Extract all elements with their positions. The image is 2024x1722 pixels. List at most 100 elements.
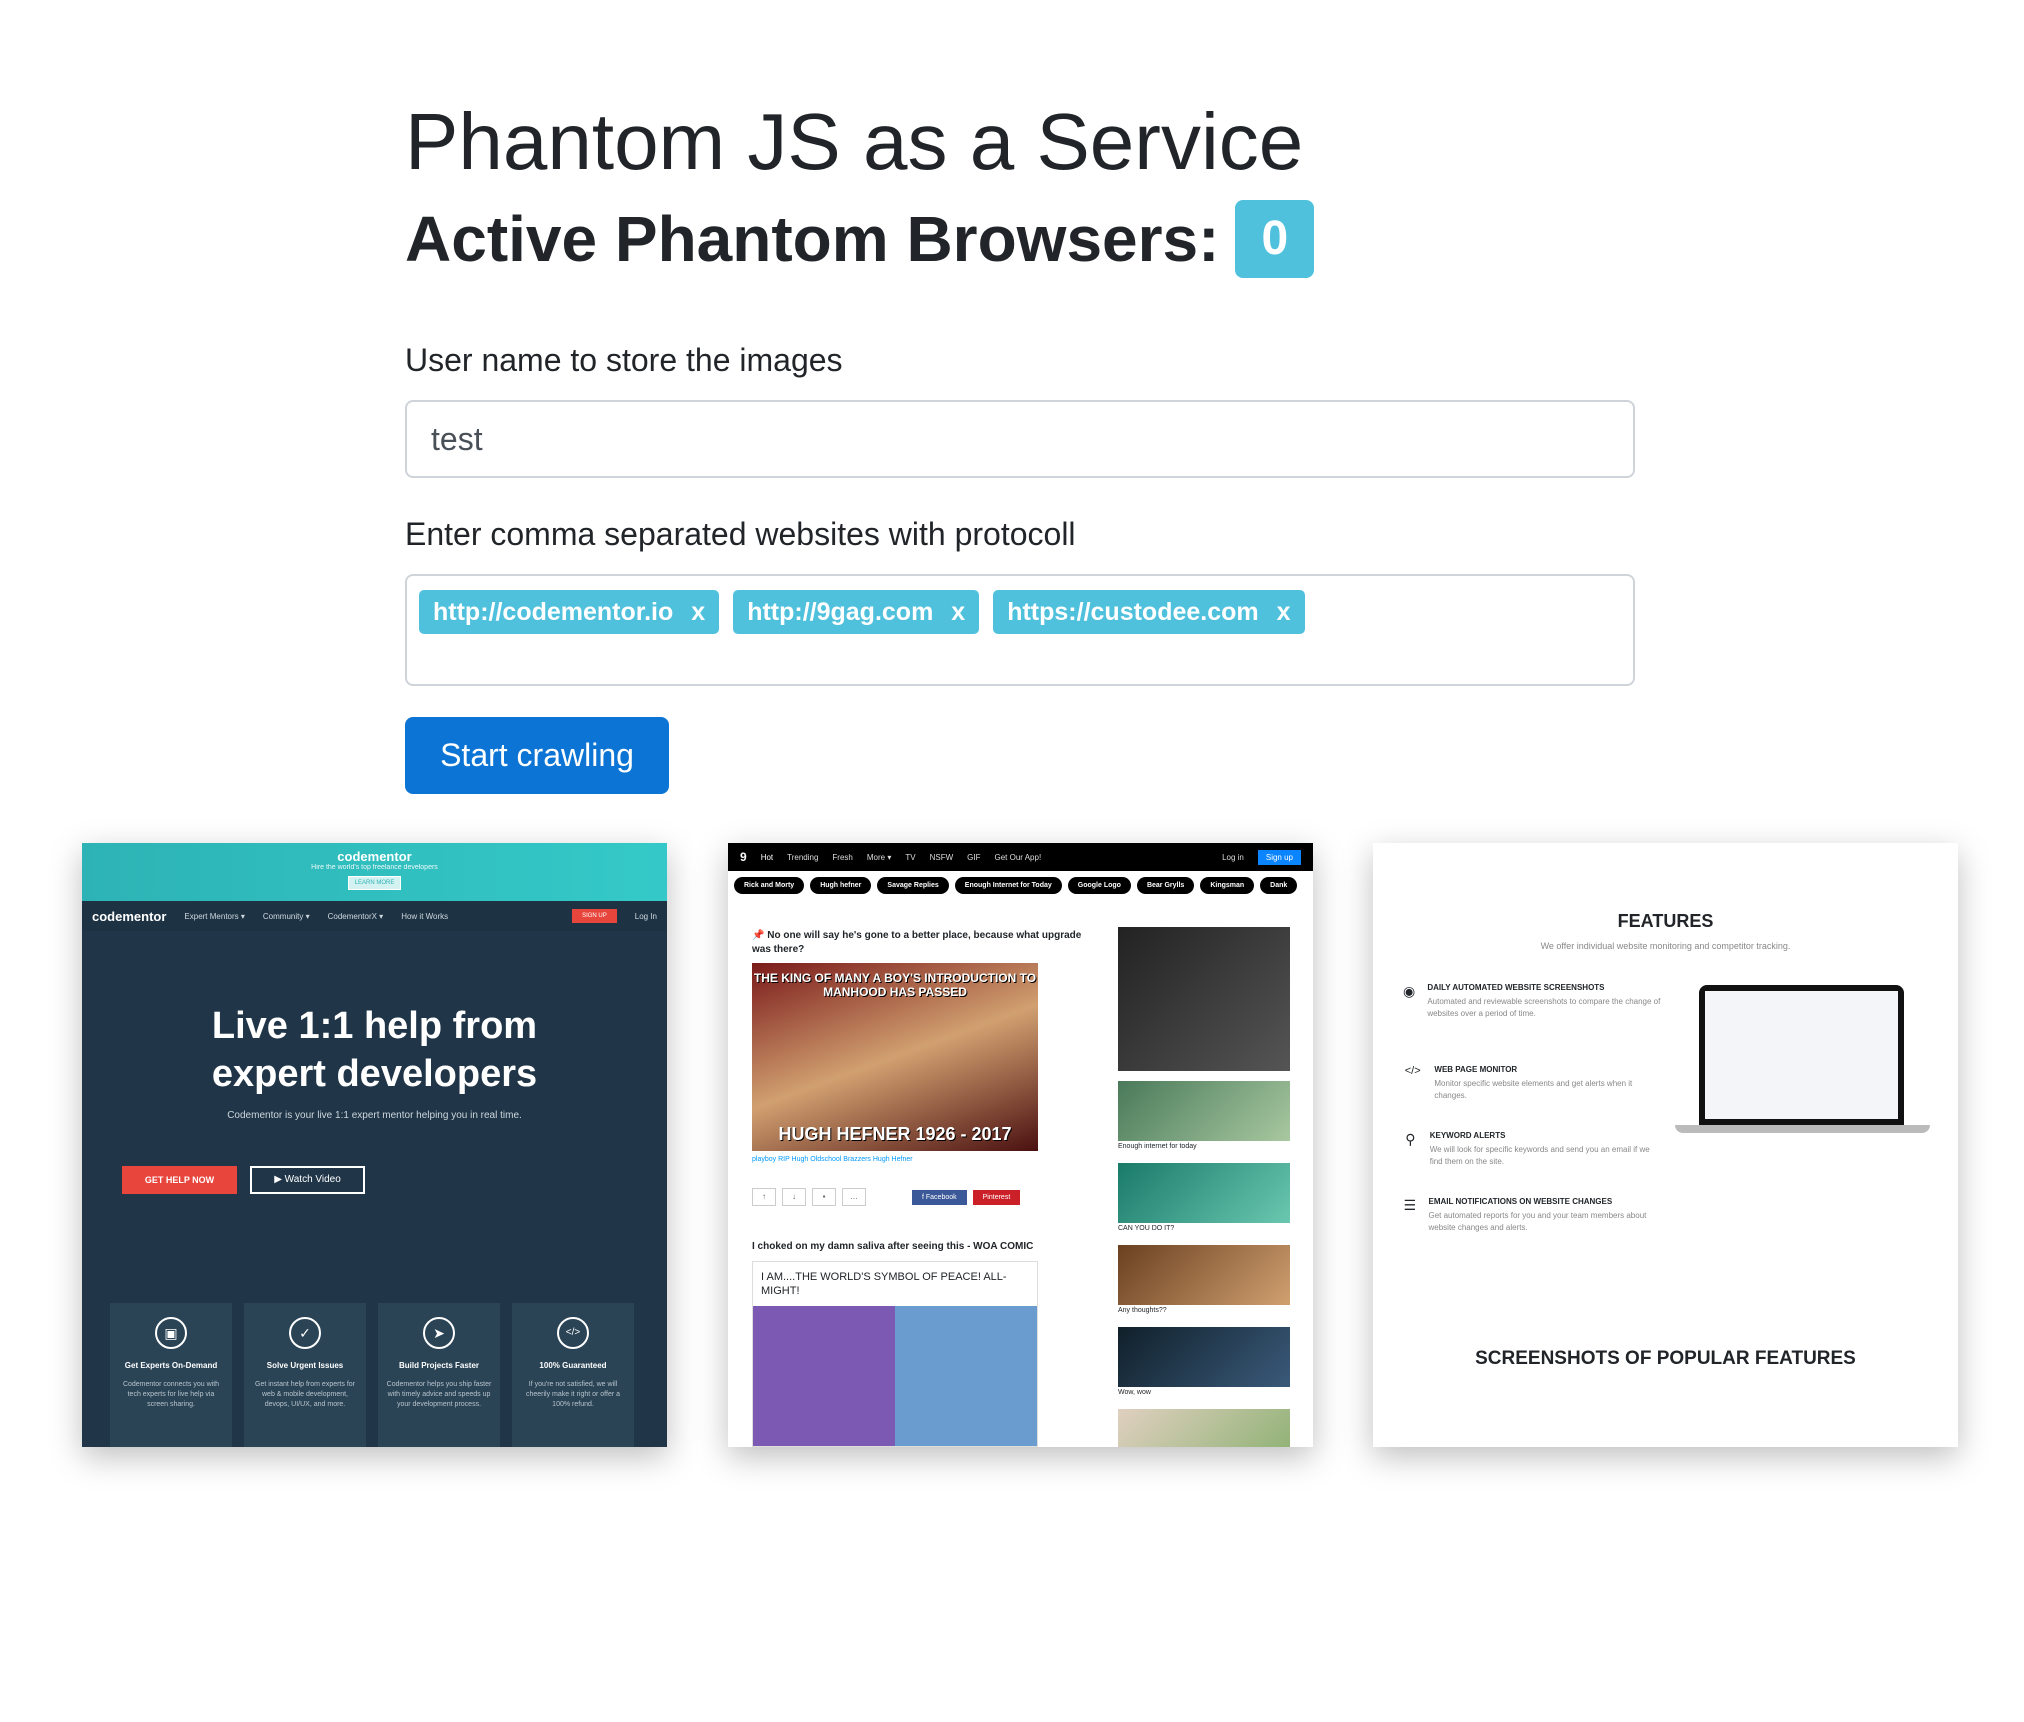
cu-heading: FEATURES (1617, 911, 1714, 931)
key-icon: ⚲ (1405, 1131, 1416, 1147)
g-pill: Bear Grylls (1136, 877, 1195, 894)
cu-feature-item: ☰ EMAIL NOTIFICATIONS ON WEBSITE CHANGES… (1401, 1197, 1661, 1234)
cm-hero: Live 1:1 help from expert developers Cod… (82, 1003, 667, 1121)
username-input[interactable] (405, 400, 1635, 478)
cm-signup: SIGN UP (572, 909, 617, 923)
email-list-icon: ☰ (1403, 1197, 1417, 1213)
cm-features: ▣ Get Experts On-Demand Codementor conne… (110, 1303, 634, 1447)
cm-nav-item: Community ▾ (262, 911, 310, 921)
cm-banner: codementor Hire the world's top freelanc… (82, 843, 667, 901)
g-pill: Enough Internet for Today (954, 877, 1062, 894)
cm-hero-title: Live 1:1 help from expert developers (211, 1005, 538, 1095)
g-pill: Kingsman (1200, 877, 1255, 894)
g-nav-item: TV (905, 852, 916, 862)
g-nav-item: Trending (787, 852, 819, 862)
cu-feature-item: </> WEB PAGE MONITOR Monitor specific we… (1401, 1065, 1661, 1102)
comment-icon: ▪ (812, 1188, 836, 1206)
more-icon: … (842, 1188, 866, 1206)
websites-label: Enter comma separated websites with prot… (405, 516, 1076, 552)
g-comic-caption: I AM....THE WORLD'S SYMBOL OF PEACE! ALL… (761, 1271, 1007, 1298)
cu-feature-title: WEB PAGE MONITOR (1434, 1065, 1518, 1074)
cu-feature-title: KEYWORD ALERTS (1429, 1131, 1506, 1140)
cm-feature-card: ➤ Build Projects Faster Codementor helps… (378, 1303, 500, 1447)
g-pinterest: Pinterest (972, 1189, 1021, 1205)
active-browsers-label: Active Phantom Browsers: (405, 202, 1220, 275)
g-trending-pills: Rick and Morty Hugh hefner Savage Replie… (734, 877, 1298, 894)
g-side-image (1118, 1409, 1290, 1447)
monitor-icon: ▣ (155, 1317, 187, 1349)
code-icon: </> (557, 1317, 589, 1349)
upvote-icon: ↑ (752, 1188, 776, 1206)
cu-feature-item: ⚲ KEYWORD ALERTS We will look for specif… (1401, 1131, 1661, 1168)
cm-banner-button: LEARN MORE (347, 876, 402, 890)
g-comic-picture (753, 1306, 1037, 1446)
g-side-image (1118, 1245, 1290, 1305)
cm-feature-card: ✓ Solve Urgent Issues Get instant help f… (244, 1303, 366, 1447)
website-tag-label: http://codementor.io (433, 598, 674, 626)
cu-feature-title: EMAIL NOTIFICATIONS ON WEBSITE CHANGES (1428, 1197, 1613, 1206)
g-meme-bottom: HUGH HEFNER 1926 - 2017 (778, 1124, 1012, 1145)
downvote-icon: ↓ (782, 1188, 806, 1206)
g-pill: Savage Replies (877, 877, 949, 894)
websites-tag-input[interactable]: http://codementor.io x http://9gag.com x… (405, 574, 1635, 686)
g-side-image (1118, 1327, 1290, 1387)
g-facebook: f Facebook (912, 1189, 967, 1205)
cu-feature-title: DAILY AUTOMATED WEBSITE SCREENSHOTS (1427, 983, 1605, 992)
g-nav-item: Get Our App! (994, 852, 1042, 862)
g-signup: Sign up (1257, 849, 1301, 865)
website-tag: http://9gag.com x (733, 590, 980, 634)
g-nav-item: More ▾ (866, 852, 892, 862)
cm-cta: GET HELP NOW (122, 1166, 237, 1194)
cm-banner-tagline: Hire the world's top freelance developer… (311, 864, 438, 871)
cm-feature-title: Solve Urgent Issues (266, 1361, 344, 1370)
screenshot-9gag[interactable]: 9 Hot Trending Fresh More ▾ TV NSFW GIF … (728, 843, 1313, 1447)
cm-hero-text: Codementor is your live 1:1 expert mento… (227, 1110, 522, 1121)
screenshot-custodee[interactable]: FEATURES We offer individual website mon… (1373, 843, 1958, 1447)
remove-tag-button[interactable]: x (1277, 590, 1291, 634)
g-sidebar-item: Any thoughts?? (1118, 1245, 1290, 1314)
g-post-image: I AM....THE WORLD'S SYMBOL OF PEACE! ALL… (752, 1261, 1038, 1447)
website-tag-label: http://9gag.com (747, 598, 934, 626)
laptop-screen (1705, 991, 1898, 1119)
check-icon: ✓ (289, 1317, 321, 1349)
website-tag-label: https://custodee.com (1007, 598, 1259, 626)
laptop-base (1675, 1125, 1930, 1133)
start-crawling-button[interactable]: Start crawling (405, 717, 669, 794)
active-count-badge: 0 (1235, 200, 1315, 278)
cm-nav-item: Expert Mentors ▾ (184, 911, 245, 921)
cm-feature-card: </> 100% Guaranteed If you're not satisf… (512, 1303, 634, 1447)
g-sidebar-item (1118, 1409, 1290, 1447)
cm-login: Log In (634, 911, 657, 921)
g-post-tags: playboy RIP Hugh Oldschool Brazzers Hugh… (752, 1156, 913, 1163)
g-pill: Dank (1260, 877, 1298, 894)
cm-nav-item: How it Works (401, 911, 449, 921)
g-side-image (1118, 927, 1290, 1071)
g-side-caption: Any thoughts?? (1118, 1307, 1167, 1314)
cm-feature-desc: If you're not satisfied, we will cheeril… (525, 1381, 621, 1408)
g-sidebar-item: CAN YOU DO IT? (1118, 1163, 1290, 1232)
remove-tag-button[interactable]: x (691, 590, 705, 634)
code-icon: </> (1404, 1065, 1421, 1077)
cm-feature-title: Build Projects Faster (398, 1361, 480, 1370)
g-side-caption: Wow, wow (1118, 1389, 1151, 1396)
g-navbar: 9 Hot Trending Fresh More ▾ TV NSFW GIF … (728, 843, 1313, 871)
cu-feature-desc: Monitor specific website elements and ge… (1434, 1079, 1633, 1100)
g-login: Log in (1222, 852, 1244, 862)
g-post-title: 📌 No one will say he's gone to a better … (752, 930, 1082, 955)
cm-nav-item: CodementorX ▾ (327, 911, 384, 921)
ninegag-logo-icon: 9 (740, 850, 747, 864)
cm-nav-logo: codementor (92, 908, 167, 924)
rocket-icon: ➤ (423, 1317, 455, 1349)
g-post-title: I choked on my damn saliva after seeing … (752, 1241, 1034, 1252)
cu-subheading: We offer individual website monitoring a… (1540, 941, 1791, 951)
cm-feature-title: 100% Guaranteed (539, 1361, 607, 1370)
g-pill: Google Logo (1067, 877, 1131, 894)
g-nav-item: GIF (967, 852, 981, 862)
screenshot-codementor[interactable]: codementor Hire the world's top freelanc… (82, 843, 667, 1447)
g-nav-item: NSFW (929, 852, 954, 862)
remove-tag-button[interactable]: x (951, 590, 965, 634)
g-side-image (1118, 1163, 1290, 1223)
g-sidebar-item (1118, 927, 1290, 1071)
g-post-image: THE KING OF MANY A BOY'S INTRODUCTION TO… (752, 963, 1038, 1151)
page-title: Phantom JS as a Service (405, 97, 1304, 186)
